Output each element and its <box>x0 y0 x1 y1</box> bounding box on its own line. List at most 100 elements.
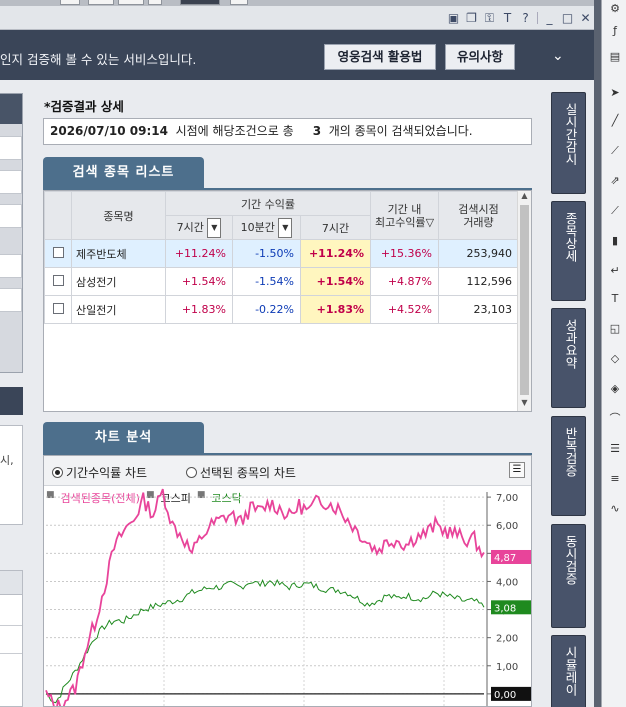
row-vol: 253,940 <box>438 239 519 268</box>
results-table: 종목명 기간 수익률 기간 내 최고수익률▽ 검색시점 거래량 7시간 ▼ 10… <box>43 190 532 412</box>
minimize-icon[interactable]: _ <box>543 10 556 26</box>
erase-tool-icon[interactable]: ◇ <box>607 350 623 368</box>
header-max-line2: 최고수익률 <box>374 215 426 229</box>
restore-window-icon[interactable]: ❐ <box>465 10 478 26</box>
info-tail: 개의 종목이 검색되었습니다. <box>328 124 473 138</box>
chevron-down-icon[interactable]: ⌄ <box>552 48 564 64</box>
maximize-icon[interactable]: □ <box>561 10 574 26</box>
result-info-box: 2026/07/10 09:14 시점에 해당조건으로 총 3 개의 종목이 검… <box>43 118 532 145</box>
header-vol-line2: 거래량 <box>463 215 494 229</box>
tab-repeat-verify[interactable]: 반복검증 <box>551 416 586 516</box>
row-r1: +1.54% <box>165 267 233 296</box>
line-tool-icon[interactable]: ╱ <box>607 112 623 130</box>
settings-tool-icon[interactable]: ⚙ <box>607 0 623 18</box>
header-name: 종목명 <box>71 191 166 240</box>
chart-tool-icon[interactable]: ⟋ <box>607 202 623 220</box>
formula-tool-icon[interactable]: ƒ <box>607 22 623 40</box>
scroll-up-icon[interactable]: ▲ <box>518 191 531 200</box>
sort-down-icon[interactable]: ▽ <box>426 216 434 229</box>
row-checkbox[interactable] <box>52 246 64 258</box>
indicator-tool-icon[interactable]: ▤ <box>607 48 623 66</box>
left-field[interactable] <box>0 170 22 194</box>
cursor-tool-icon[interactable]: ➤ <box>607 84 623 102</box>
left-list-box <box>0 570 23 707</box>
header-period-3: 7시간 <box>300 215 371 240</box>
tab-label: 시뮬레이 <box>563 646 578 696</box>
header-check <box>44 191 72 240</box>
row-r2: -1.50% <box>232 239 301 268</box>
top-tab[interactable] <box>60 0 80 5</box>
service-header: 인지 검증해 볼 수 있는 서비스입니다. 영웅검색 활용법 유의사항 ⌄ <box>0 30 600 80</box>
tab-stock-list[interactable]: 검색 종목 리스트 <box>43 157 204 189</box>
auto-trend-icon[interactable]: ⇗ <box>607 172 623 190</box>
info-date: 2026/07/10 09:14 <box>50 124 168 138</box>
table-row[interactable]: 제주반도체 +11.24% -1.50% +11.24% +15.36% 253… <box>44 239 519 268</box>
top-tab[interactable] <box>148 0 162 5</box>
divider <box>537 12 538 24</box>
last-value-kospi: 0,00 <box>494 690 516 701</box>
detail-title: *검증결과 상세 <box>44 99 124 114</box>
trend-tool-icon[interactable]: ⟋ <box>607 142 623 160</box>
left-field[interactable] <box>0 288 22 312</box>
scroll-down-icon[interactable]: ▼ <box>518 398 531 407</box>
tab-realtime-watch[interactable]: 실시간감시 <box>551 92 586 194</box>
row-r3: +1.83% <box>300 295 371 324</box>
top-tab[interactable] <box>230 0 248 5</box>
howto-button[interactable]: 영웅검색 활용법 <box>324 44 436 70</box>
arrow-tool-icon[interactable]: ↵ <box>607 262 623 280</box>
header-max-return[interactable]: 기간 내 최고수익률▽ <box>370 191 439 240</box>
row-r3: +11.24% <box>300 239 371 268</box>
notice-button[interactable]: 유의사항 <box>445 44 515 70</box>
tab-simulation[interactable]: 시뮬레이 <box>551 635 586 707</box>
left-section-header <box>0 387 23 415</box>
top-tab[interactable] <box>88 0 114 5</box>
tab-performance-summary[interactable]: 성과요약 <box>551 308 586 408</box>
candle-tool-icon[interactable]: ▮ <box>607 232 623 250</box>
left-field[interactable] <box>0 254 22 278</box>
top-tab[interactable] <box>118 0 144 5</box>
header-period-1[interactable]: 7시간 ▼ <box>165 215 233 240</box>
row-r2: -0.22% <box>232 295 301 324</box>
y-tick-label: 7,00 <box>496 493 518 504</box>
info-count: 3 <box>312 124 322 138</box>
return-chart: 7,006,005,004,003,002,001,000,00-1,004,8… <box>45 488 531 706</box>
table-row[interactable]: 산일전기 +1.83% -0.22% +1.83% +4.52% 23,103 <box>44 295 519 324</box>
layout-icon[interactable]: ▣ <box>447 10 460 26</box>
dropdown-arrow-icon[interactable]: ▼ <box>278 217 293 238</box>
stripe-tool-icon[interactable]: ≡ <box>607 470 623 488</box>
header-vol-line1: 검색시점 <box>458 202 499 216</box>
dropdown-arrow-icon[interactable]: ▼ <box>207 217 222 238</box>
text-size-icon[interactable]: T <box>501 10 514 26</box>
grid-tool-icon[interactable]: ☰ <box>607 440 623 458</box>
header-period-2[interactable]: 10분간 ▼ <box>232 215 301 240</box>
header-max-line1: 기간 내 <box>387 202 422 216</box>
close-icon[interactable]: ✕ <box>579 10 592 26</box>
row-checkbox[interactable] <box>52 274 64 286</box>
table-scrollbar[interactable]: ▲ ▼ <box>517 191 531 411</box>
tab-simultaneous-verify[interactable]: 동시검증 <box>551 524 586 628</box>
row-r2: -1.54% <box>232 267 301 296</box>
row-r3: +1.54% <box>300 267 371 296</box>
tab-label: 성과요약 <box>563 319 578 369</box>
shape-tool-icon[interactable]: ◱ <box>607 320 623 338</box>
y-tick-label: 6,00 <box>496 521 518 532</box>
erase-all-icon[interactable]: ◈ <box>607 380 623 398</box>
tab-stock-detail[interactable]: 종목상세 <box>551 201 586 301</box>
row-checkbox[interactable] <box>52 302 64 314</box>
tab-chart-analysis[interactable]: 차트 분석 <box>43 422 204 454</box>
help-icon[interactable]: ? <box>519 10 532 26</box>
pattern-tool-icon[interactable]: ⌒ <box>607 410 623 428</box>
key-icon[interactable]: ⚿ <box>483 10 496 26</box>
row-r1: +1.83% <box>165 295 233 324</box>
left-field[interactable] <box>0 136 22 160</box>
top-tab-active[interactable] <box>180 0 220 5</box>
left-list-header <box>0 571 22 595</box>
wave-tool-icon[interactable]: ∿ <box>607 500 623 518</box>
last-value-all: 4,87 <box>494 553 516 564</box>
table-row[interactable]: 삼성전기 +1.54% -1.54% +1.54% +4.87% 112,596 <box>44 267 519 296</box>
series-line-all <box>45 488 485 706</box>
service-description: 인지 검증해 볼 수 있는 서비스입니다. <box>0 52 197 67</box>
left-field[interactable] <box>0 204 22 228</box>
text-tool-icon[interactable]: T <box>607 290 623 308</box>
scroll-thumb[interactable] <box>520 205 529 395</box>
